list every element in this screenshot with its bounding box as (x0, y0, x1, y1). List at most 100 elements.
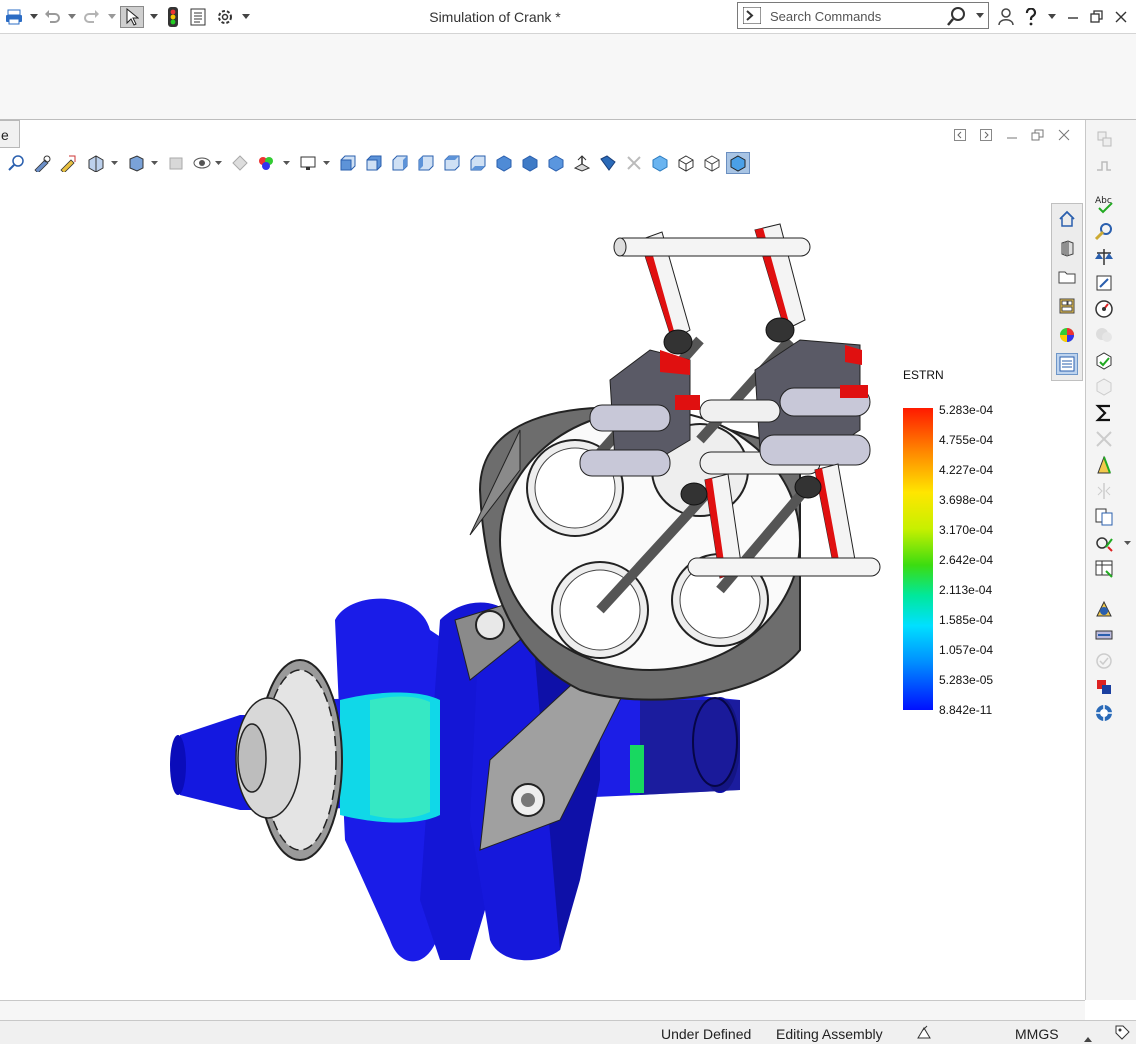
section-properties-icon[interactable] (1093, 272, 1115, 294)
measure-icon[interactable] (1093, 220, 1115, 242)
legend-tick: 4.755e-04 (939, 433, 994, 447)
bottom-view-icon[interactable] (468, 152, 488, 174)
previous-view-hud-icon[interactable] (58, 152, 78, 174)
tag-icon[interactable] (1114, 1024, 1130, 1043)
legend-tick: 8.842e-11 (939, 703, 993, 717)
hide-show-dropdown-icon[interactable] (214, 152, 222, 174)
viewport-minimize-icon[interactable] (1004, 127, 1020, 143)
home-icon[interactable] (1056, 208, 1078, 230)
close-icon[interactable] (1112, 6, 1130, 28)
appearances-icon[interactable] (1056, 324, 1078, 346)
search-icon[interactable] (946, 6, 968, 26)
interference-icon (1093, 324, 1115, 346)
hidden-lines-removed-icon[interactable] (676, 152, 696, 174)
normal-to-icon[interactable] (572, 152, 592, 174)
minimize-icon[interactable] (1064, 6, 1082, 28)
step-icon (1093, 154, 1115, 176)
document-tab[interactable]: e (0, 120, 20, 148)
compare-documents-icon[interactable] (1093, 506, 1115, 528)
design-table-icon[interactable] (1093, 558, 1115, 580)
status-bar: Under Defined Editing Assembly MMGS (0, 1020, 1136, 1044)
section-view-dropdown-icon[interactable] (110, 152, 118, 174)
file-properties-icon[interactable] (188, 6, 208, 28)
search-commands[interactable]: Search Commands (737, 2, 989, 29)
wireframe-icon[interactable] (702, 152, 722, 174)
undo-icon[interactable] (42, 6, 62, 28)
sustainability-icon[interactable] (1093, 702, 1115, 724)
rebuild-status-icon[interactable] (916, 1024, 932, 1043)
flow-xpress-icon[interactable] (1093, 624, 1115, 646)
search-input[interactable]: Search Commands (770, 9, 881, 24)
undo-dropdown-icon[interactable] (64, 6, 80, 28)
shaded-view-icon[interactable] (650, 152, 670, 174)
section-view-icon[interactable] (86, 152, 106, 174)
link-views-icon[interactable] (624, 152, 644, 174)
equations-icon[interactable] (1093, 402, 1115, 424)
help-dropdown-icon[interactable] (1044, 6, 1060, 28)
shaded-with-edges-icon[interactable] (726, 152, 750, 174)
back-view-icon[interactable] (364, 152, 384, 174)
file-explorer-icon[interactable] (1056, 266, 1078, 288)
3d-library-icon[interactable] (1056, 237, 1078, 259)
select-icon[interactable] (120, 6, 144, 28)
sensor-icon[interactable] (1093, 298, 1115, 320)
view-palette-icon[interactable] (1056, 295, 1078, 317)
search-dropdown-icon[interactable] (976, 13, 984, 19)
top-view-icon[interactable] (442, 152, 462, 174)
costing-icon[interactable] (1093, 676, 1115, 698)
apply-scene-dropdown-icon[interactable] (282, 152, 290, 174)
edit-appearance-icon[interactable] (230, 152, 250, 174)
check-geometry-icon[interactable] (1093, 350, 1115, 372)
options-dropdown-icon[interactable] (238, 6, 254, 28)
apply-scene-icon[interactable] (256, 152, 276, 174)
zoom-to-area-icon[interactable] (32, 152, 52, 174)
custom-properties-icon[interactable] (1056, 353, 1078, 375)
view-settings-dropdown-icon[interactable] (322, 152, 330, 174)
next-view-icon[interactable] (978, 127, 994, 143)
previous-view-icon[interactable] (952, 127, 968, 143)
view-settings-icon[interactable] (298, 152, 318, 174)
check-dropdown-icon[interactable] (1122, 532, 1132, 554)
viewport-close-icon[interactable] (1056, 127, 1072, 143)
trimetric-view-icon[interactable] (520, 152, 540, 174)
definition-status: Under Defined (661, 1026, 752, 1042)
legend-title: ESTRN (903, 368, 944, 382)
check-active-document-icon[interactable] (1093, 532, 1115, 554)
isometric-view-icon[interactable] (494, 152, 514, 174)
hide-show-items-icon[interactable] (192, 152, 212, 174)
spell-check-icon[interactable]: Abc (1093, 193, 1115, 215)
draft-analysis-icon[interactable] (1093, 454, 1115, 476)
legend-tick: 3.698e-04 (939, 493, 994, 507)
symmetry-check-icon (1093, 480, 1115, 502)
rebuild-icon[interactable] (164, 6, 182, 28)
single-view-icon[interactable] (598, 152, 618, 174)
legend-color-bar (903, 408, 933, 710)
print-icon[interactable] (4, 6, 24, 28)
thickness-analysis-icon (1093, 428, 1115, 450)
command-manager (0, 34, 1136, 120)
unit-system-dropdown-icon[interactable] (1084, 1030, 1092, 1046)
restore-icon[interactable] (1088, 6, 1106, 28)
front-view-icon[interactable] (338, 152, 358, 174)
legend-tick: 2.113e-04 (939, 583, 993, 597)
print-dropdown-icon[interactable] (26, 6, 42, 28)
left-view-icon[interactable] (390, 152, 410, 174)
command-prompt-icon (743, 7, 761, 24)
zoom-to-fit-icon[interactable] (6, 152, 26, 174)
options-icon[interactable] (214, 6, 236, 28)
redo-icon[interactable] (82, 6, 102, 28)
redo-dropdown-icon[interactable] (104, 6, 120, 28)
help-icon[interactable] (1022, 6, 1040, 28)
viewport-restore-icon[interactable] (1030, 127, 1046, 143)
horizontal-scrollbar[interactable] (0, 1000, 1085, 1020)
view-orientation-dropdown-icon[interactable] (150, 152, 158, 174)
right-view-icon[interactable] (416, 152, 436, 174)
view-orientation-icon[interactable] (126, 152, 146, 174)
simulation-xpress-icon[interactable] (1093, 598, 1115, 620)
display-style-icon[interactable] (166, 152, 186, 174)
user-icon[interactable] (996, 6, 1016, 28)
dimetric-view-icon[interactable] (546, 152, 566, 174)
unit-system[interactable]: MMGS (1015, 1026, 1059, 1042)
select-dropdown-icon[interactable] (146, 6, 162, 28)
mass-properties-icon[interactable] (1093, 246, 1115, 268)
